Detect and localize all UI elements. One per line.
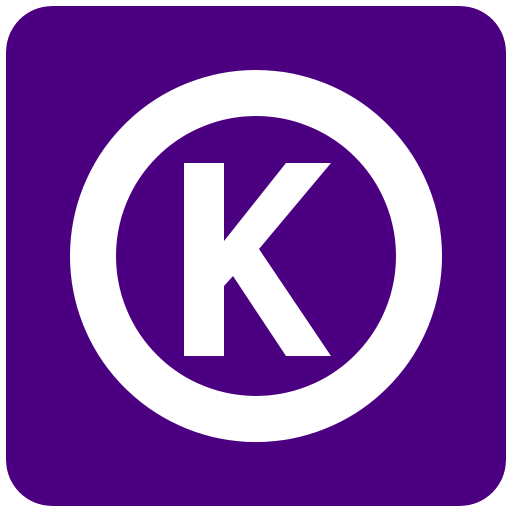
k-circle-logo-icon [6,6,506,506]
icon-canvas [0,0,512,512]
app-icon[interactable] [6,6,506,506]
